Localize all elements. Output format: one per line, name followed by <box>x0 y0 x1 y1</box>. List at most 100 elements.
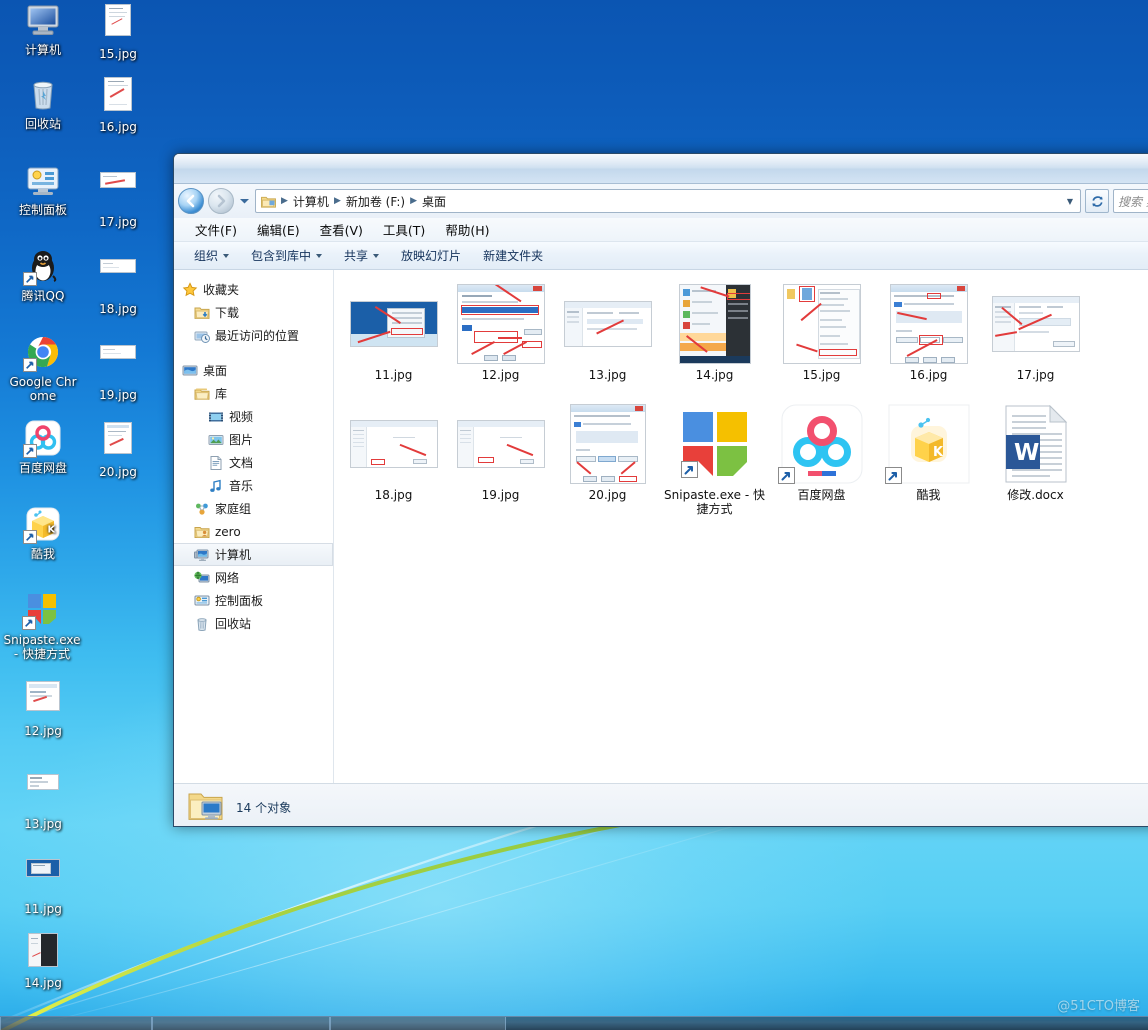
sidebar-item-network[interactable]: 网络 <box>174 566 333 589</box>
breadcrumb-separator: ▶ <box>410 196 417 206</box>
file-item-shortcut[interactable]: 百度网盘 <box>768 400 875 520</box>
history-dropdown-button[interactable] <box>238 188 251 214</box>
menu-item-file[interactable]: 文件(F) <box>186 218 246 241</box>
desktop-icon-image-11[interactable]: 11.jpg <box>6 848 80 916</box>
chevron-down-icon <box>373 253 380 258</box>
sidebar-item-desktop[interactable]: 桌面 <box>174 359 333 382</box>
sidebar-item-pictures[interactable]: 图片 <box>174 428 333 451</box>
file-item[interactable]: W 修改.docx <box>982 400 1089 520</box>
desktop-icon-recycle-bin[interactable]: 回收站 <box>6 74 80 131</box>
desktop-icon-image-19[interactable]: 19.jpg <box>81 332 155 402</box>
computer-icon <box>194 547 210 563</box>
sidebar-item-zero[interactable]: zero <box>174 520 333 543</box>
sidebar-item-music[interactable]: 音乐 <box>174 474 333 497</box>
toolbar-organize[interactable]: 组织 <box>184 244 239 267</box>
file-name: 18.jpg <box>374 488 413 502</box>
file-item[interactable]: 11.jpg <box>340 280 447 400</box>
sidebar-item-recent-places[interactable]: 最近访问的位置 <box>174 324 333 347</box>
file-item-shortcut[interactable]: K 酷我 <box>875 400 982 520</box>
pictures-library-icon <box>208 432 224 448</box>
file-item[interactable]: 13.jpg <box>554 280 661 400</box>
sidebar-item-control-panel[interactable]: 控制面板 <box>174 589 333 612</box>
desktop-icon-image-17[interactable]: 17.jpg <box>81 160 155 229</box>
desktop-icon-snipaste[interactable]: Snipaste.exe - 快捷方式 <box>2 590 82 661</box>
taskbar-button[interactable] <box>152 1017 330 1030</box>
sidebar-label: 下载 <box>215 306 240 320</box>
sidebar-item-downloads[interactable]: 下载 <box>174 301 333 324</box>
thumbnail <box>453 404 549 484</box>
desktop-icon-image-15[interactable]: 15.jpg <box>81 0 155 61</box>
desktop-background[interactable]: 计算机 回收站 控制面板 腾讯QQ Google Chrome 百度网盘 K 酷… <box>0 0 1148 1030</box>
breadcrumb-dropdown-icon[interactable]: ▼ <box>1062 197 1078 206</box>
file-item[interactable]: 19.jpg <box>447 400 554 520</box>
desktop-icon-image-13[interactable]: 13.jpg <box>6 762 80 831</box>
desktop-icon-label: 20.jpg <box>99 465 137 479</box>
refresh-button[interactable] <box>1085 189 1109 213</box>
toolbar-slideshow[interactable]: 放映幻灯片 <box>391 244 471 267</box>
breadcrumb-item-2[interactable]: 桌面 <box>419 191 449 211</box>
file-name: 14.jpg <box>695 368 734 382</box>
sidebar-label: zero <box>215 524 241 539</box>
sidebar-label: 最近访问的位置 <box>215 329 300 343</box>
sidebar-item-recycle-bin[interactable]: 回收站 <box>174 612 333 635</box>
desktop-icon-image-20[interactable]: 20.jpg <box>81 418 155 479</box>
control-panel-icon <box>194 593 210 609</box>
menu-item-help[interactable]: 帮助(H) <box>436 218 498 241</box>
breadcrumb[interactable]: ▶ 计算机 ▶ 新加卷 (F:) ▶ 桌面 ▼ <box>255 189 1081 213</box>
breadcrumb-item-1[interactable]: 新加卷 (F:) <box>343 191 408 211</box>
menu-item-tools[interactable]: 工具(T) <box>374 218 434 241</box>
desktop-icon-computer[interactable]: 计算机 <box>6 0 80 57</box>
sidebar-item-computer[interactable]: 计算机 <box>174 543 333 566</box>
sidebar-label: 文档 <box>229 456 254 470</box>
desktop-icon-image-18[interactable]: 18.jpg <box>81 246 155 316</box>
file-item[interactable]: 20.jpg <box>554 400 661 520</box>
desktop-icon-label: 17.jpg <box>99 215 137 229</box>
file-name: Snipaste.exe - 快捷方式 <box>664 488 765 516</box>
sidebar-label: 桌面 <box>203 364 228 378</box>
jpg-thumb-icon <box>98 4 138 44</box>
desktop-icon-image-14[interactable]: 14.jpg <box>6 930 80 990</box>
taskbar-button[interactable] <box>0 1017 152 1030</box>
taskbar-button[interactable] <box>330 1017 506 1030</box>
desktop-icon-label: 控制面板 <box>18 203 67 217</box>
file-item[interactable]: 14.jpg <box>661 280 768 400</box>
sidebar-item-favorites[interactable]: 收藏夹 <box>174 278 333 301</box>
desktop-icon-kuwo[interactable]: K 酷我 <box>6 504 80 561</box>
search-input[interactable]: 搜索 桌面 <box>1113 189 1148 213</box>
back-button[interactable] <box>178 188 204 214</box>
sidebar-item-documents[interactable]: 文档 <box>174 451 333 474</box>
toolbar-include-in-library[interactable]: 包含到库中 <box>241 244 332 267</box>
toolbar-new-folder[interactable]: 新建文件夹 <box>473 244 553 267</box>
file-item[interactable]: 12.jpg <box>447 280 554 400</box>
explorer-window[interactable]: ▶ 计算机 ▶ 新加卷 (F:) ▶ 桌面 ▼ 搜索 桌面 <box>173 153 1148 827</box>
desktop-icon-chrome[interactable]: Google Chrome <box>6 332 80 403</box>
menu-item-view[interactable]: 查看(V) <box>311 218 372 241</box>
jpg-thumb-icon <box>98 345 138 385</box>
status-text: 14 个对象 <box>236 801 292 815</box>
breadcrumb-item-0[interactable]: 计算机 <box>290 191 332 211</box>
sidebar-item-videos[interactable]: 视频 <box>174 405 333 428</box>
desktop-icon-image-16[interactable]: 16.jpg <box>81 74 155 134</box>
file-item-shortcut[interactable]: Snipaste.exe - 快捷方式 <box>661 400 768 520</box>
file-list[interactable]: 11.jpg 12.jpg 13.jpg 14.jpg 15.jpg 16.jp… <box>334 270 1148 783</box>
menu-item-edit[interactable]: 编辑(E) <box>248 218 309 241</box>
desktop-icon-label: 百度网盘 <box>18 461 67 475</box>
sidebar-item-libraries[interactable]: 库 <box>174 382 333 405</box>
file-item[interactable]: 16.jpg <box>875 280 982 400</box>
jpg-thumb-icon <box>98 259 138 299</box>
music-library-icon <box>208 478 224 494</box>
desktop-icon-control-panel[interactable]: 控制面板 <box>6 160 80 217</box>
file-item[interactable]: 15.jpg <box>768 280 875 400</box>
file-item[interactable]: 17.jpg <box>982 280 1089 400</box>
chrome-icon <box>23 332 63 372</box>
taskbar[interactable] <box>0 1016 1148 1030</box>
desktop-icon-image-12[interactable]: 12.jpg <box>6 676 80 738</box>
navigation-pane[interactable]: 收藏夹 下载 最近访问的位置 桌面 库 视频 图片 文档 音乐 家庭组 zero… <box>174 270 334 783</box>
sidebar-item-homegroup[interactable]: 家庭组 <box>174 497 333 520</box>
window-titlebar[interactable] <box>174 154 1148 184</box>
desktop-icon-qq[interactable]: 腾讯QQ <box>6 246 80 303</box>
file-item[interactable]: 18.jpg <box>340 400 447 520</box>
forward-button[interactable] <box>208 188 234 214</box>
toolbar-share[interactable]: 共享 <box>334 244 389 267</box>
desktop-icon-baidu-netdisk[interactable]: 百度网盘 <box>6 418 80 475</box>
